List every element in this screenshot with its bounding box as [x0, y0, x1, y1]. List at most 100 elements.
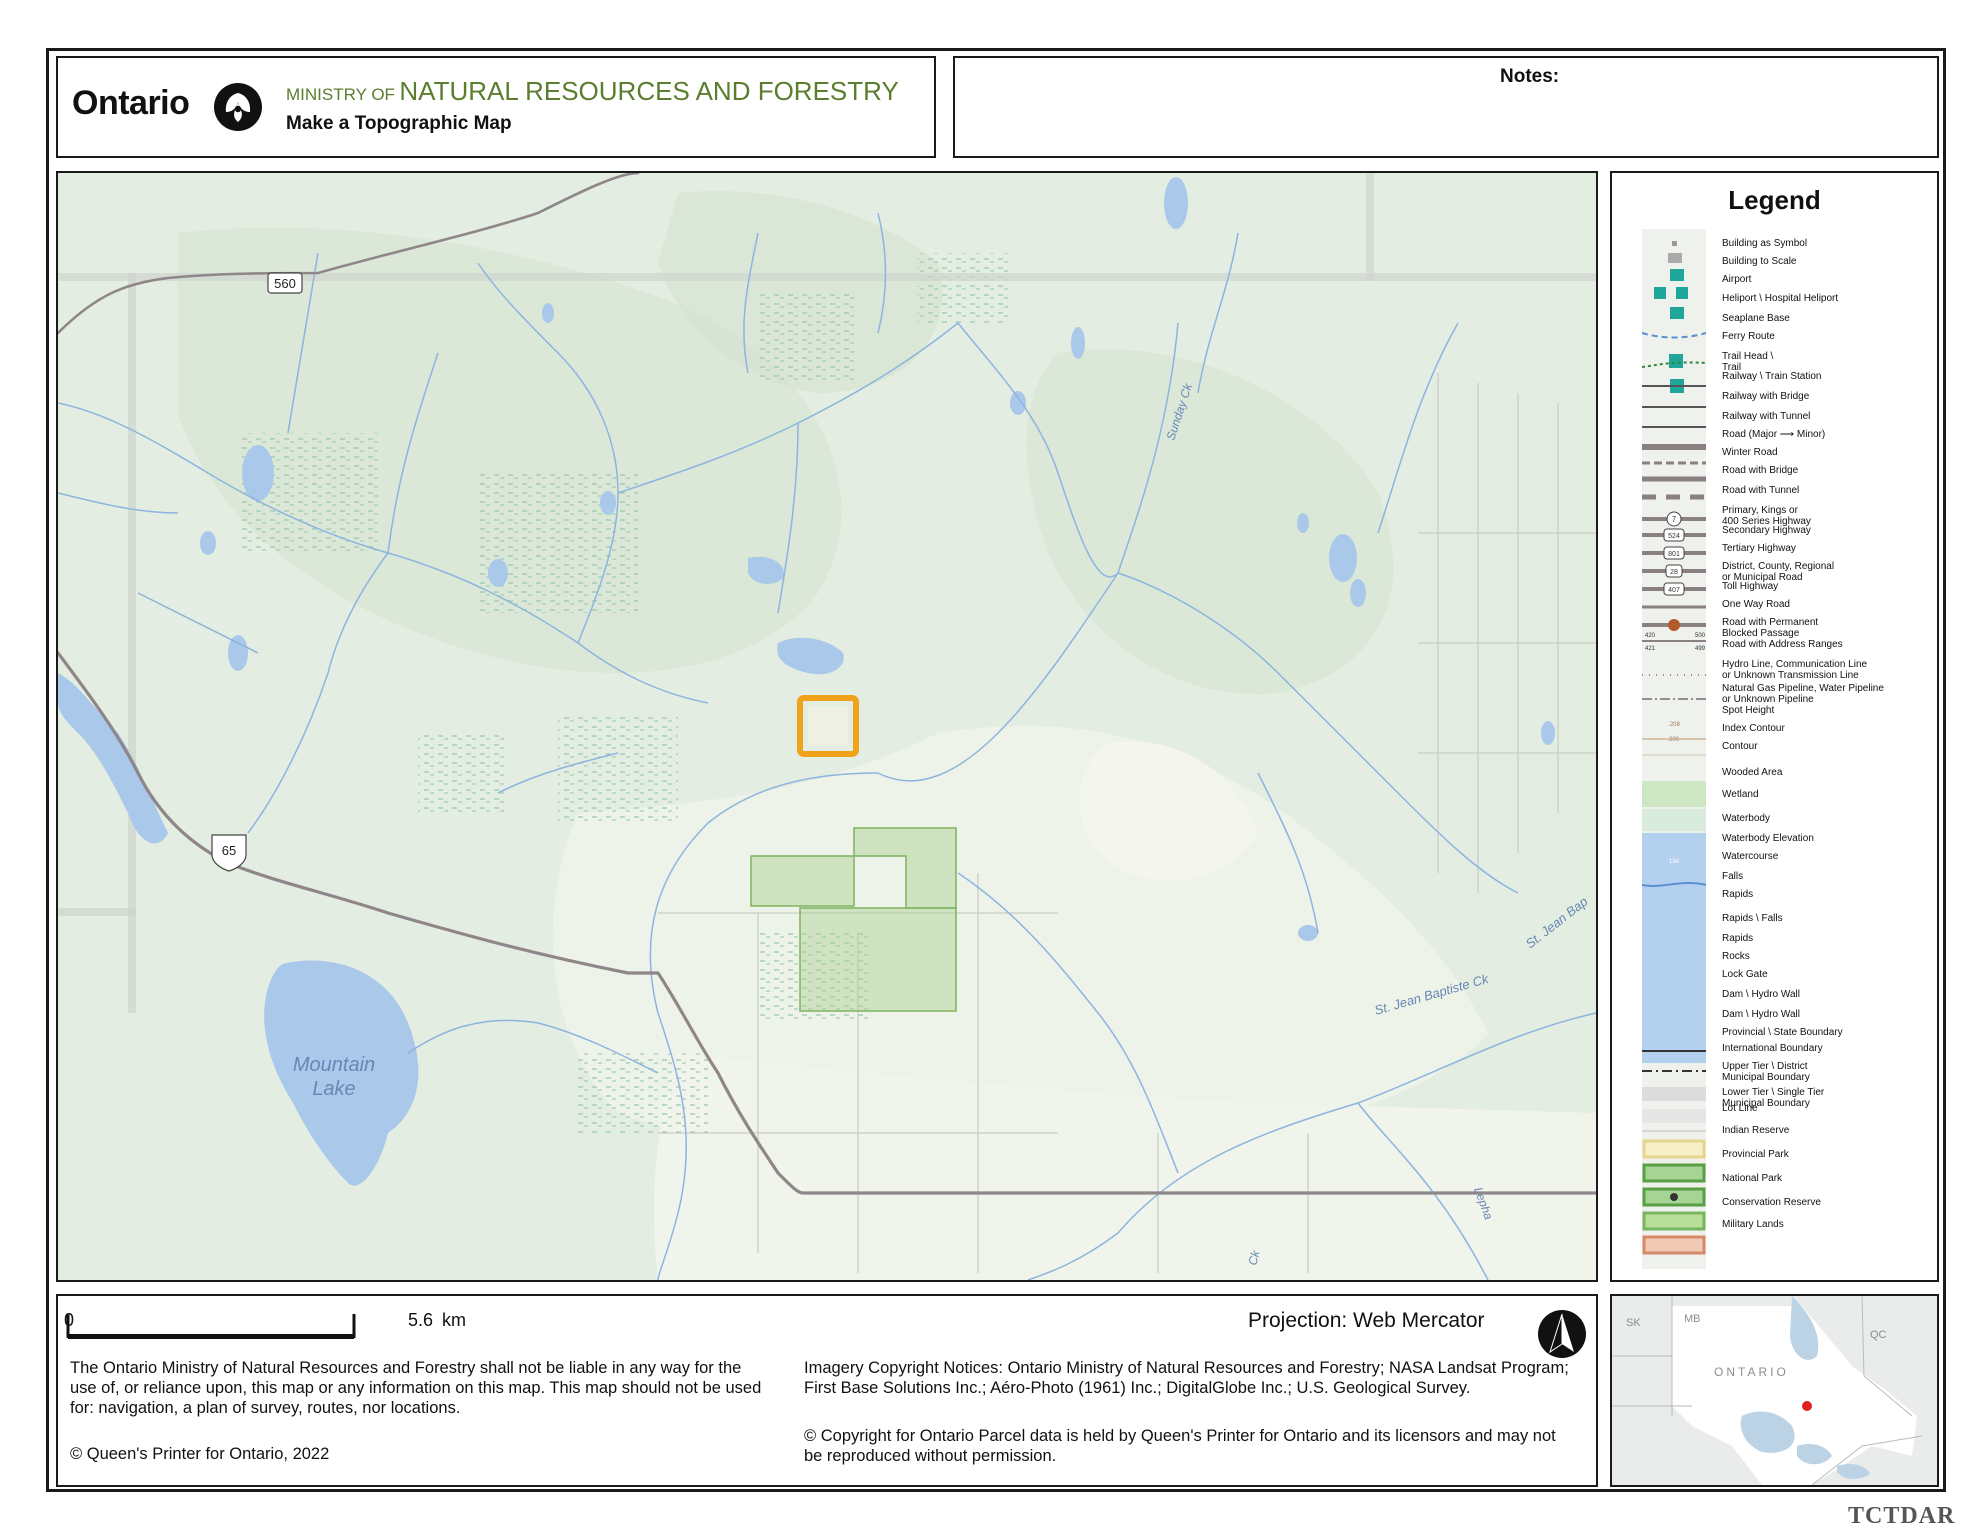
township-boundary [58, 908, 136, 916]
legend-item-label: Falls [1722, 871, 1744, 882]
notes-label: Notes: [1500, 66, 1560, 87]
map-title: Make a Topographic Map [286, 113, 512, 134]
legend-item-label: Road (Major ⟶ Minor) [1722, 429, 1826, 440]
inset-label-ontario: ONTARIO [1714, 1365, 1789, 1379]
inset-label-qc: QC [1870, 1329, 1887, 1341]
scale-start: 0 [64, 1310, 75, 1330]
legend-item-label: Dam \ Hydro Wall [1722, 1009, 1800, 1020]
inset-label-mb: MB [1684, 1313, 1701, 1325]
inset-label-sk: SK [1626, 1317, 1641, 1329]
legend-item-label: Road with Bridge [1722, 465, 1799, 476]
copyright-notice: © Queen's Printer for Ontario, 2022 [70, 1445, 330, 1463]
legend-tertiary-number: 801 [1668, 551, 1680, 558]
inset-canvas: SK MB QC ONTARIO [1612, 1296, 1937, 1485]
header-panel: Ontario MINISTRY OF NATURAL RESOURCES AN… [56, 56, 936, 158]
lake-label-line1: Mountain [293, 1054, 375, 1076]
inset-location-marker [1802, 1401, 1812, 1411]
selected-location-marker[interactable] [797, 695, 859, 757]
legend-item-label: Rapids [1722, 933, 1754, 944]
legend-item-label: Airport [1722, 274, 1752, 285]
legend-item-label: Toll Highway [1722, 581, 1779, 592]
wetland-area [918, 253, 1008, 323]
ministry-name: NATURAL RESOURCES AND FORESTRY [399, 76, 899, 106]
map-canvas: 560 65 Mountain Lake Sunday Ck St. Jean … [58, 173, 1596, 1280]
township-boundary [128, 273, 136, 1013]
legend-item-label: Watercourse [1722, 851, 1779, 862]
legend-item-label: Provincial Park [1722, 1149, 1789, 1160]
legend-item-label: Rapids [1722, 889, 1754, 900]
lake-label-line2: Lake [312, 1078, 355, 1100]
legend-item-label: Upper Tier \ District Municipal Boundary [1722, 1061, 1810, 1083]
legend-item-label: Railway \ Train Station [1722, 371, 1822, 382]
overview-inset-map[interactable]: SK MB QC ONTARIO [1610, 1294, 1939, 1487]
legend-item-label: Military Lands [1722, 1219, 1784, 1230]
legend-item-label: Winter Road [1722, 447, 1778, 458]
legend-district-number: 28 [1670, 569, 1678, 576]
legend-item-label: Dam \ Hydro Wall [1722, 989, 1800, 1000]
scale-end: 5.6 [407, 1310, 433, 1330]
legend-address-lb: 421 [1645, 646, 1656, 652]
legend-waterbody-elevation: 134 [1669, 859, 1680, 865]
legend-item-label: Lot Line [1722, 1103, 1758, 1114]
legend-wetland-swatch [1642, 809, 1706, 831]
legend-address-rb: 499 [1695, 646, 1706, 652]
legend-item-label: Waterbody Elevation [1722, 833, 1814, 844]
legend-item-label: Building to Scale [1722, 256, 1797, 267]
wetland-area [558, 713, 678, 823]
map-info-panel: 0 5.6 km Projection: Web Mercator The On… [56, 1294, 1598, 1487]
legend-item-label: Heliport \ Hospital Heliport [1722, 293, 1839, 304]
legend-item-label: Trail Head \ Trail [1722, 351, 1774, 373]
legend-item-label: Seaplane Base [1722, 313, 1790, 324]
legend-item-label: Tertiary Highway [1722, 543, 1796, 554]
legend-item-label: Wetland [1722, 789, 1759, 800]
legend-symbols: 7 524 801 28 407 420 500 421 499 .208 20… [1642, 229, 1707, 1269]
notes-panel: Notes: [953, 56, 1939, 158]
legend-item-label: Wooded Area [1722, 767, 1783, 778]
ministry-prefix: MINISTRY OF [286, 85, 395, 104]
highway-560-shield: 560 [267, 272, 303, 294]
legend-address-lt: 420 [1645, 633, 1656, 639]
legend-spot-height: .208 [1668, 722, 1680, 728]
topographic-map[interactable]: 560 65 Mountain Lake Sunday Ck St. Jean … [56, 171, 1598, 1282]
legend-item-label: Secondary Highway [1722, 525, 1811, 536]
watermark-text: TCTDAR [1848, 1503, 1956, 1529]
wetland-area [758, 293, 858, 383]
legend-item-label: Lock Gate [1722, 969, 1768, 980]
legend-item-label: Spot Height [1722, 705, 1775, 716]
legend-item-label: Hydro Line, Communication Line or Unknow… [1722, 659, 1868, 681]
legend-water-strip [1642, 833, 1706, 1063]
legend-item-label: Waterbody [1722, 813, 1770, 824]
ontario-trillium-logo-icon [214, 83, 262, 131]
legend-item-label: Road with Address Ranges [1722, 639, 1843, 650]
legend-item-label: District, County, Regional or Municipal … [1722, 561, 1835, 583]
legend-secondary-number: 524 [1668, 533, 1680, 540]
legend-item-label: Index Contour [1722, 723, 1785, 734]
legend-item-label: International Boundary [1722, 1043, 1823, 1054]
legend-item-label: Rocks [1722, 951, 1750, 962]
highway-560-label: 560 [274, 276, 296, 291]
legend-item-label: Ferry Route [1722, 331, 1775, 342]
north-arrow-icon [1538, 1310, 1586, 1358]
legend-item-label: Natural Gas Pipeline, Water Pipeline or … [1722, 683, 1884, 705]
legend-item-label: Contour [1722, 741, 1758, 752]
legend-item-label: National Park [1722, 1173, 1783, 1184]
legend-item-label: Building as Symbol [1722, 238, 1808, 249]
ontario-wordmark: Ontario [72, 84, 190, 122]
legend-item-label: Provincial \ State Boundary [1722, 1027, 1843, 1038]
legend-item-label: One Way Road [1722, 599, 1790, 610]
legend-item-label: Primary, Kings or 400 Series Highway [1722, 505, 1811, 527]
legend-labels: Building as Symbol Building to Scale Airpo… [1722, 173, 1937, 1280]
legend-item-label: Railway with Bridge [1722, 391, 1810, 402]
legend-panel: Legend 7 524 801 28 407 420 500 421 499 … [1610, 171, 1939, 1282]
legend-item-label: Rapids \ Falls [1722, 913, 1783, 924]
wetland-area [418, 733, 508, 813]
legend-primary-number: 7 [1672, 515, 1677, 524]
imagery-copyright-notice: Imagery Copyright Notices: Ontario Minis… [804, 1359, 1569, 1397]
highway-65-label: 65 [222, 843, 236, 858]
legend-toll-number: 407 [1668, 587, 1680, 594]
projection-label: Projection: Web Mercator [1248, 1309, 1485, 1332]
parcel-copyright-notice: © Copyright for Ontario Parcel data is h… [804, 1427, 1556, 1465]
legend-wooded-swatch [1642, 781, 1706, 807]
scale-bar [66, 1314, 356, 1339]
disclaimer-text: The Ontario Ministry of Natural Resource… [70, 1359, 762, 1417]
